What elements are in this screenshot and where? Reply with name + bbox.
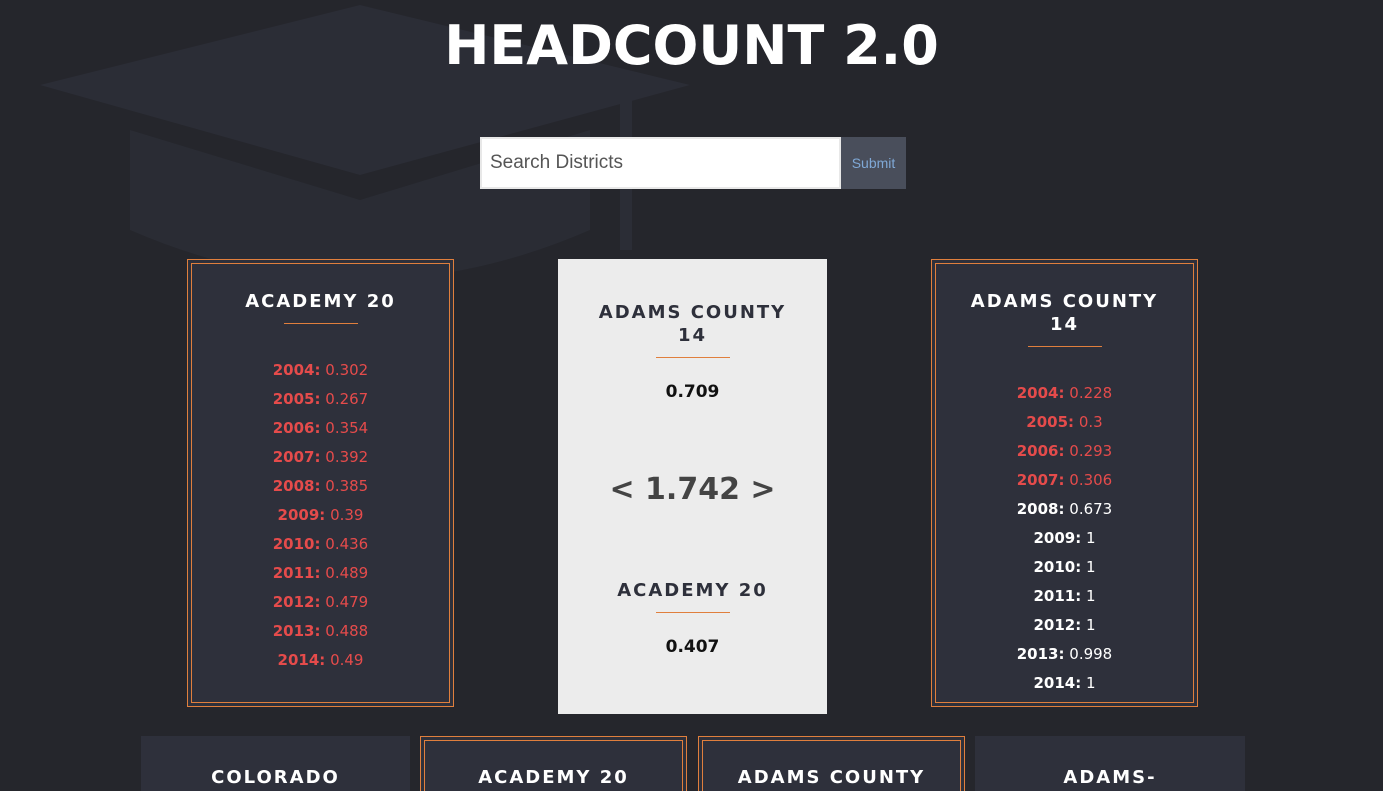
year-row: 2007: 0.392 [188, 443, 453, 472]
year-label: 2004: [1016, 384, 1065, 402]
compare-top-name: ADAMS COUNTY 14 [558, 301, 827, 347]
district-card-adams[interactable]: ADAMS- [975, 736, 1245, 791]
submit-button[interactable]: Submit [841, 137, 906, 189]
year-row: 2005: 0.3 [932, 408, 1197, 437]
year-value: 0.49 [330, 651, 364, 669]
title-divider [1027, 346, 1102, 347]
year-label: 2014: [277, 651, 326, 669]
page-title: HEADCOUNT 2.0 [444, 14, 939, 77]
year-row: 2014: 1 [932, 669, 1197, 698]
compare-top-divider [655, 357, 730, 358]
year-list: 2004: 0.228 2005: 0.3 2006: 0.293 2007: 0.3… [932, 379, 1197, 698]
year-label: 2010: [1033, 558, 1082, 576]
year-label: 2014: [1033, 674, 1082, 692]
year-value: 0.267 [325, 390, 369, 408]
year-value: 1 [1085, 558, 1096, 576]
year-label: 2004: [272, 361, 321, 379]
year-label: 2010: [272, 535, 321, 553]
year-value: 0.39 [330, 506, 364, 524]
year-row: 2006: 0.293 [932, 437, 1197, 466]
year-row: 2004: 0.228 [932, 379, 1197, 408]
year-value: 0.385 [325, 477, 369, 495]
year-label: 2005: [1026, 413, 1075, 431]
card-title: COLORADO [211, 767, 340, 788]
year-value: 0.392 [325, 448, 369, 466]
year-value: 0.302 [325, 361, 369, 379]
year-row: 2011: 1 [932, 582, 1197, 611]
year-row: 2004: 0.302 [188, 356, 453, 385]
year-label: 2007: [272, 448, 321, 466]
year-row: 2009: 1 [932, 524, 1197, 553]
card-title: ADAMS COUNTY [737, 767, 926, 788]
year-value: 0.488 [325, 622, 369, 640]
year-value: 1 [1085, 616, 1096, 634]
compare-top-name-line2: 14 [677, 325, 708, 346]
district-card-academy-20-bottom[interactable]: ACADEMY 20 [420, 736, 687, 791]
year-label: 2009: [1033, 529, 1082, 547]
search-input[interactable] [480, 137, 841, 189]
year-value: 0.673 [1069, 500, 1113, 518]
year-value: 0.354 [325, 419, 369, 437]
compare-ratio: < 1.742 > [609, 472, 776, 507]
year-label: 2006: [1016, 442, 1065, 460]
year-label: 2012: [1033, 616, 1082, 634]
year-label: 2005: [272, 390, 321, 408]
year-label: 2013: [1016, 645, 1065, 663]
compare-top-value: 0.709 [665, 382, 720, 402]
year-row: 2008: 0.673 [932, 495, 1197, 524]
card-title-line1: ADAMS COUNTY [970, 291, 1159, 312]
card-title: ADAMS COUNTY 14 [932, 290, 1197, 336]
year-label: 2006: [272, 419, 321, 437]
district-card-colorado[interactable]: COLORADO [141, 736, 410, 791]
year-row: 2014: 0.49 [188, 646, 453, 675]
year-value: 1 [1085, 674, 1096, 692]
district-card-adams-county-14[interactable]: ADAMS COUNTY 14 2004: 0.228 2005: 0.3 2006… [931, 259, 1198, 707]
compare-bottom-name: ACADEMY 20 [617, 580, 768, 601]
year-label: 2007: [1016, 471, 1065, 489]
district-card-adams-county-bottom[interactable]: ADAMS COUNTY [698, 736, 965, 791]
card-title-line2: 14 [1049, 314, 1080, 335]
year-row: 2007: 0.306 [932, 466, 1197, 495]
year-label: 2008: [1016, 500, 1065, 518]
compare-bottom-divider [655, 612, 730, 613]
compare-bottom-value: 0.407 [665, 637, 720, 657]
year-value: 1 [1085, 587, 1096, 605]
year-value: 0.489 [325, 564, 369, 582]
year-row: 2010: 1 [932, 553, 1197, 582]
year-label: 2011: [272, 564, 321, 582]
year-label: 2008: [272, 477, 321, 495]
year-row: 2011: 0.489 [188, 559, 453, 588]
year-value: 0.3 [1078, 413, 1103, 431]
card-title: ACADEMY 20 [245, 291, 396, 312]
year-label: 2012: [272, 593, 321, 611]
year-row: 2009: 0.39 [188, 501, 453, 530]
compare-top-name-line1: ADAMS COUNTY [598, 302, 787, 323]
year-value: 0.479 [325, 593, 369, 611]
year-label: 2009: [277, 506, 326, 524]
year-value: 0.293 [1069, 442, 1113, 460]
year-row: 2013: 0.998 [932, 640, 1197, 669]
year-row: 2008: 0.385 [188, 472, 453, 501]
comparison-card: ADAMS COUNTY 14 0.709 < 1.742 > ACADEMY … [558, 259, 827, 714]
year-row: 2013: 0.488 [188, 617, 453, 646]
card-title: ACADEMY 20 [478, 767, 629, 788]
district-card-academy-20[interactable]: ACADEMY 20 2004: 0.302 2005: 0.267 2006: 0… [187, 259, 454, 707]
year-row: 2012: 1 [932, 611, 1197, 640]
title-divider [283, 323, 358, 324]
year-row: 2012: 0.479 [188, 588, 453, 617]
year-label: 2011: [1033, 587, 1082, 605]
year-row: 2005: 0.267 [188, 385, 453, 414]
year-row: 2010: 0.436 [188, 530, 453, 559]
card-title: ADAMS- [1063, 767, 1157, 788]
year-value: 1 [1085, 529, 1096, 547]
year-value: 0.228 [1069, 384, 1113, 402]
year-label: 2013: [272, 622, 321, 640]
search-bar: Submit [480, 137, 906, 189]
year-row: 2006: 0.354 [188, 414, 453, 443]
year-list: 2004: 0.302 2005: 0.267 2006: 0.354 2007: 0… [188, 356, 453, 675]
year-value: 0.998 [1069, 645, 1113, 663]
year-value: 0.436 [325, 535, 369, 553]
year-value: 0.306 [1069, 471, 1113, 489]
